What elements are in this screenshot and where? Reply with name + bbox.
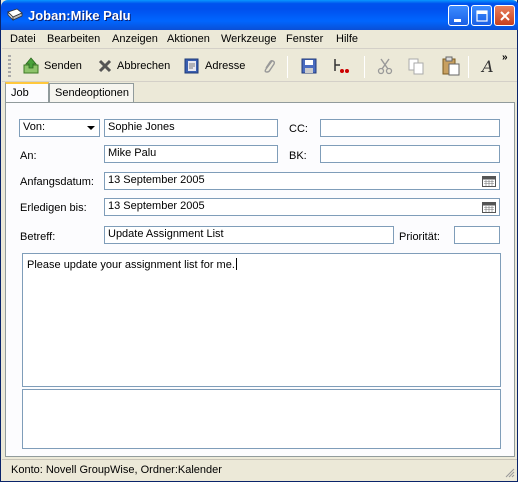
- resize-grip-icon[interactable]: [503, 466, 515, 478]
- send-label: Senden: [44, 60, 82, 72]
- save-icon: [301, 58, 317, 74]
- font-icon: A: [480, 57, 494, 75]
- spell-check-button[interactable]: [332, 55, 354, 77]
- cut-button[interactable]: [376, 55, 394, 77]
- title-bar[interactable]: Joban:Mike Palu: [1, 0, 518, 30]
- address-book-icon: [184, 58, 199, 74]
- start-date-label: Anfangsdatum:: [20, 176, 94, 188]
- toolbar: Senden Abbrechen Adresse A »: [2, 50, 517, 82]
- status-text: Konto: Novell GroupWise, Ordner:Kalender: [11, 464, 222, 476]
- start-date-field[interactable]: 13 September 2005: [104, 172, 500, 190]
- svg-text:A: A: [480, 57, 494, 75]
- cancel-label: Abbrechen: [117, 60, 171, 72]
- from-field[interactable]: Sophie Jones: [104, 119, 278, 137]
- paperclip-icon: [264, 59, 276, 73]
- job-form-panel: Von: Sophie Jones CC: An: Mike Palu BK: …: [5, 102, 515, 457]
- start-date-value: 13 September 2005: [108, 174, 205, 186]
- copy-icon: [408, 58, 424, 75]
- attachment-area[interactable]: [22, 389, 501, 449]
- toolbar-overflow-icon[interactable]: »: [502, 52, 508, 63]
- send-icon: [23, 57, 39, 74]
- close-button[interactable]: [494, 5, 515, 26]
- toolbar-separator: [468, 56, 469, 78]
- address-label: Adresse: [205, 60, 246, 72]
- text-cursor: [235, 258, 237, 270]
- cc-label: CC:: [289, 123, 308, 135]
- priority-field[interactable]: [454, 226, 500, 244]
- toolbar-separator: [287, 56, 288, 78]
- save-button[interactable]: [300, 55, 318, 77]
- chevron-down-icon: [87, 126, 95, 130]
- menu-aktionen[interactable]: Aktionen: [167, 33, 210, 45]
- cc-field[interactable]: [320, 119, 500, 137]
- task-icon: [7, 8, 23, 22]
- tab-job[interactable]: Job: [5, 82, 49, 103]
- cancel-icon: [98, 59, 112, 73]
- due-date-field[interactable]: 13 September 2005: [104, 198, 500, 216]
- from-dropdown[interactable]: Von:: [19, 119, 100, 137]
- subject-label: Betreff:: [20, 231, 56, 243]
- menu-fenster[interactable]: Fenster: [286, 33, 323, 45]
- bcc-field[interactable]: [320, 145, 500, 163]
- menu-bar: Datei Bearbeiten Anzeigen Aktionen Werkz…: [2, 30, 517, 49]
- to-field[interactable]: Mike Palu: [104, 145, 278, 163]
- status-bar: Konto: Novell GroupWise, Ordner:Kalender: [2, 459, 517, 480]
- attach-button[interactable]: [260, 55, 278, 77]
- send-button[interactable]: Senden: [22, 55, 82, 77]
- cancel-button[interactable]: Abbrechen: [97, 55, 170, 77]
- address-button[interactable]: Adresse: [183, 55, 245, 77]
- due-date-label: Erledigen bis:: [20, 202, 87, 214]
- scissors-icon: [377, 58, 393, 75]
- task-window: Joban:Mike Palu Datei Bearbeiten Anzeige…: [0, 0, 518, 482]
- toolbar-separator: [364, 56, 365, 78]
- minimize-button[interactable]: [448, 5, 469, 26]
- priority-label: Priorität:: [399, 231, 440, 243]
- menu-anzeigen[interactable]: Anzeigen: [112, 33, 158, 45]
- font-button[interactable]: A: [480, 55, 496, 77]
- bcc-label: BK:: [289, 150, 307, 162]
- menu-bearbeiten[interactable]: Bearbeiten: [47, 33, 100, 45]
- copy-button[interactable]: [407, 55, 425, 77]
- spell-check-icon: [334, 59, 349, 73]
- maximize-button[interactable]: [471, 5, 492, 26]
- menu-datei[interactable]: Datei: [10, 33, 36, 45]
- paste-icon: [442, 56, 460, 76]
- message-text: Please update your assignment list for m…: [27, 259, 235, 271]
- menu-hilfe[interactable]: Hilfe: [336, 33, 358, 45]
- subject-field[interactable]: Update Assignment List: [104, 226, 394, 244]
- menu-werkzeuge[interactable]: Werkzeuge: [221, 33, 276, 45]
- toolbar-grip[interactable]: [8, 55, 11, 79]
- calendar-icon[interactable]: [482, 202, 496, 213]
- tab-sendeoptionen[interactable]: Sendeoptionen: [49, 83, 134, 103]
- window-title: Joban:Mike Palu: [28, 8, 131, 23]
- due-date-value: 13 September 2005: [108, 200, 205, 212]
- paste-button[interactable]: [441, 55, 461, 77]
- from-dropdown-label: Von:: [23, 121, 46, 133]
- calendar-icon[interactable]: [482, 176, 496, 187]
- message-body[interactable]: Please update your assignment list for m…: [22, 253, 501, 387]
- to-label: An:: [20, 150, 37, 162]
